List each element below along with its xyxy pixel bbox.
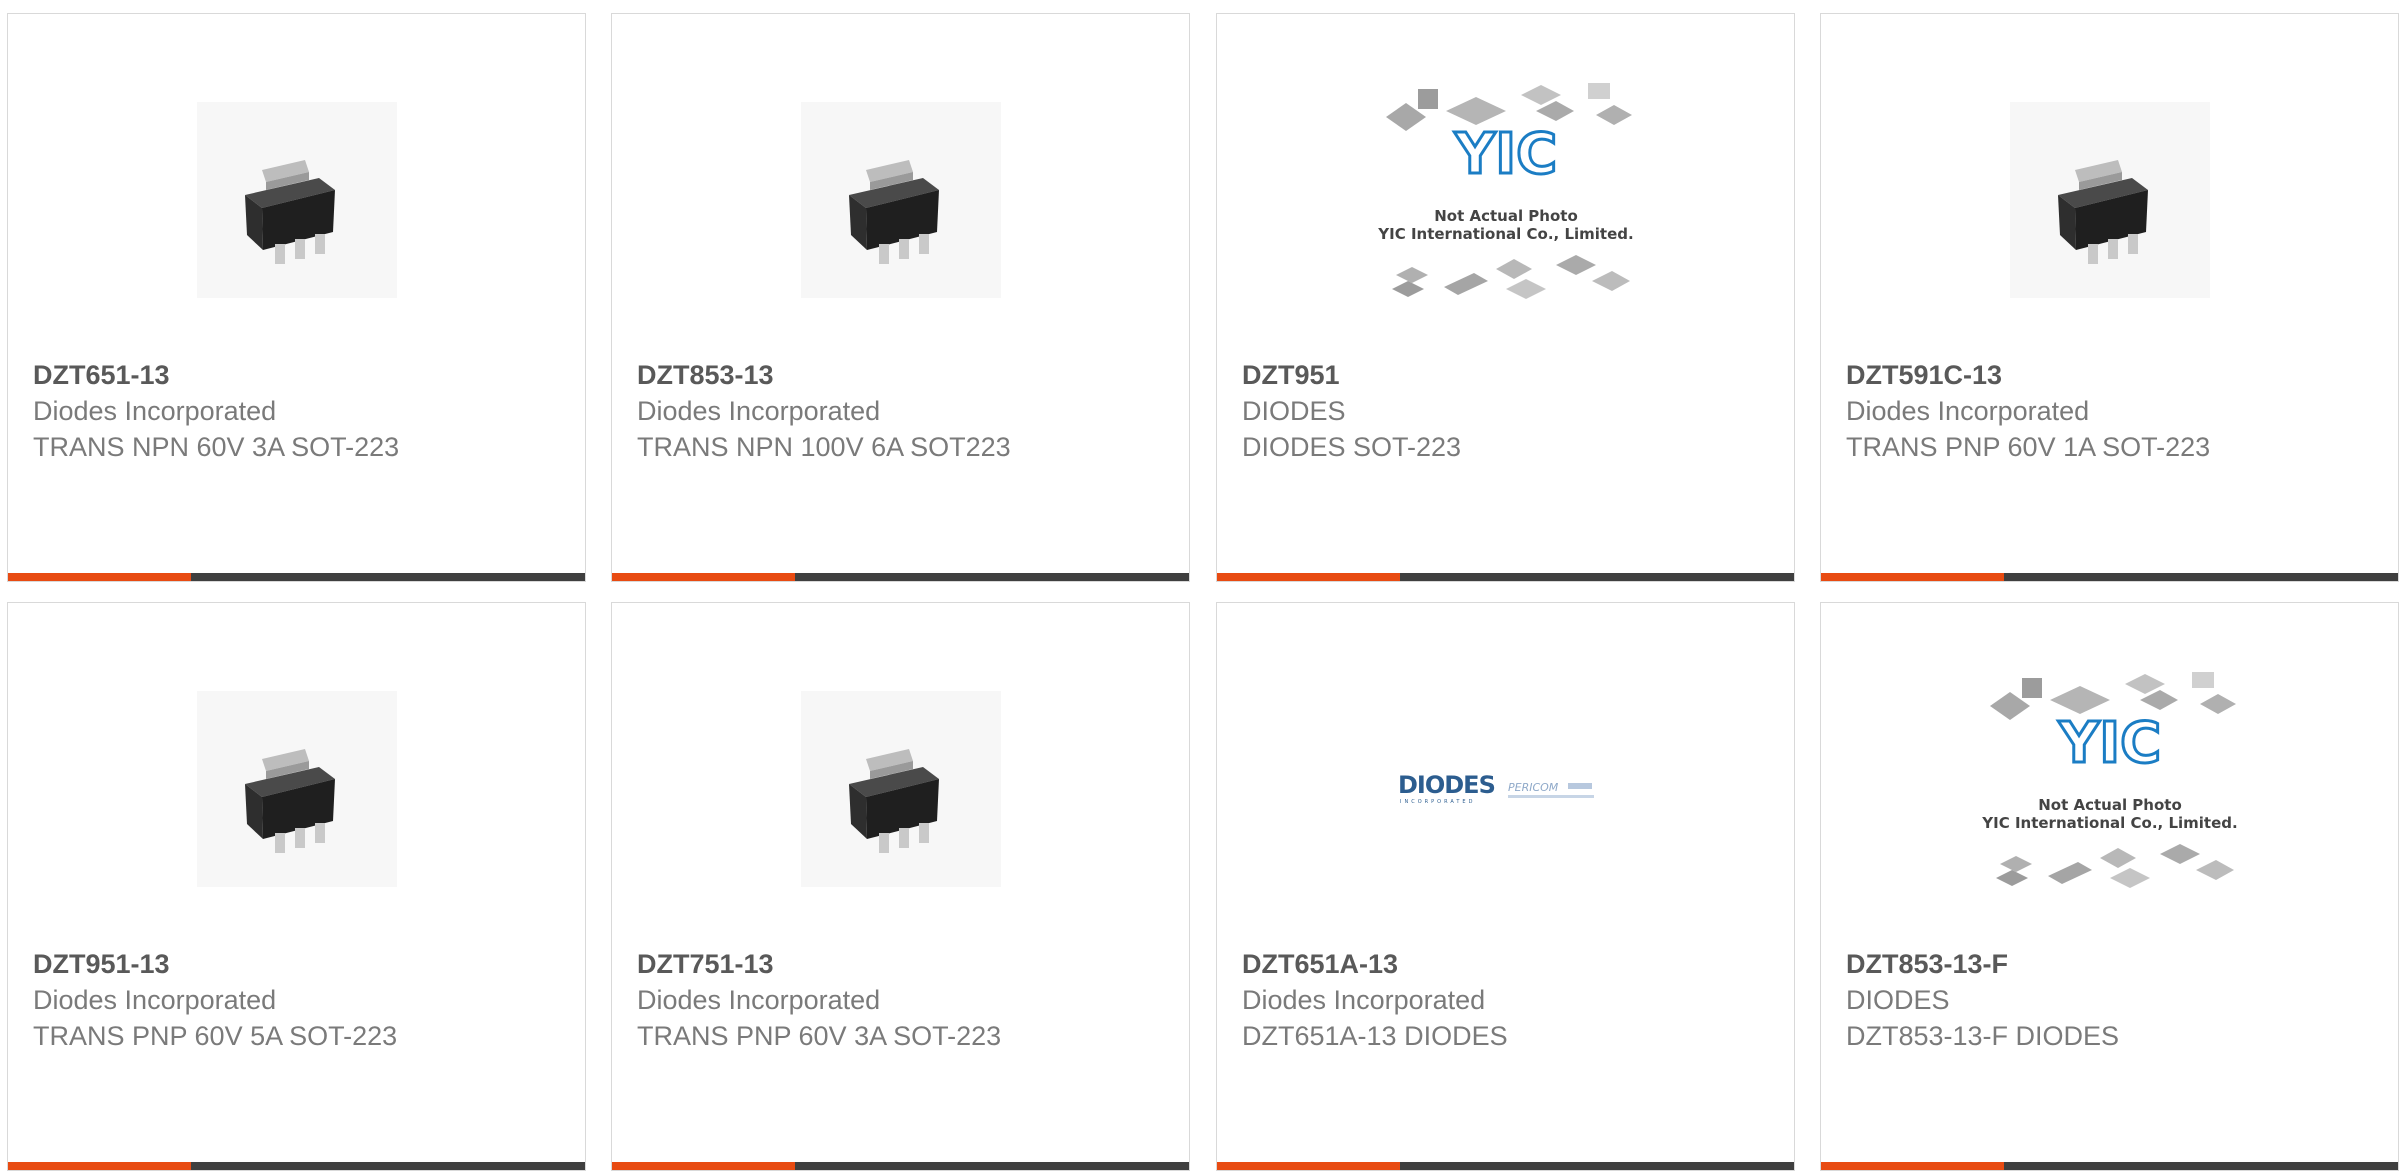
manufacturer: Diodes Incorporated [1846,396,2090,426]
card-bottom-bar [8,1162,585,1170]
card-bottom-bar [8,573,585,581]
part-number[interactable]: DZT853-13 [637,357,1169,393]
description: TRANS PNP 60V 1A SOT-223 [1846,432,2211,462]
description: TRANS PNP 60V 5A SOT-223 [33,1021,398,1051]
product-card[interactable]: DZT651-13 Diodes Incorporated TRANS NPN … [7,13,586,582]
svg-text:DIODES: DIODES [1398,771,1495,799]
manufacturer: Diodes Incorporated [637,985,881,1015]
placeholder-line1: Not Actual Photo [2038,796,2182,814]
description: TRANS NPN 60V 3A SOT-223 [33,432,400,462]
card-accent-bar [1217,573,1400,581]
manufacturer: DIODES [1846,985,1950,1015]
card-bottom-bar [1821,573,2398,581]
product-card[interactable]: DZT853-13 Diodes Incorporated TRANS NPN … [611,13,1190,582]
description: DZT853-13-F DIODES [1846,1021,2120,1051]
sot223-package-icon [244,749,335,853]
description: DZT651A-13 DIODES [1242,1021,1508,1051]
product-thumbnail[interactable] [8,659,585,919]
card-accent-bar [612,1162,795,1170]
card-accent-bar [8,1162,191,1170]
part-number[interactable]: DZT951 [1242,357,1774,393]
product-card[interactable]: DZT591C-13 Diodes Incorporated TRANS PNP… [1820,13,2399,582]
product-thumbnail[interactable] [612,70,1189,330]
description: DIODES SOT-223 [1242,432,1462,462]
manufacturer: Diodes Incorporated [1242,985,1486,1015]
sot223-package-icon [848,160,939,264]
description: TRANS PNP 60V 3A SOT-223 [637,1021,1002,1051]
placeholder-line2: YIC International Co., Limited. [1377,225,1633,243]
part-number[interactable]: DZT651A-13 [1242,946,1774,982]
description: TRANS NPN 100V 6A SOT223 [637,432,1011,462]
sot223-package-icon [848,749,939,853]
product-thumbnail[interactable] [1821,70,2398,330]
sot223-package-icon [244,160,335,264]
product-grid: DZT651-13 Diodes Incorporated TRANS NPN … [0,0,2400,1171]
sot223-package-icon [2057,160,2148,264]
product-thumbnail[interactable]: YIC Not Actual Photo YIC International C… [1821,659,2398,919]
part-number[interactable]: DZT951-13 [33,946,565,982]
part-number[interactable]: DZT853-13-F [1846,946,2378,982]
product-card[interactable]: DZT951-13 Diodes Incorporated TRANS PNP … [7,602,586,1171]
placeholder-photo-icon: YIC Not Actual Photo YIC International C… [1377,83,1633,299]
diodes-pericom-logo: DIODES INCORPORATED PERICOM [1398,771,1594,805]
card-bottom-bar [612,1162,1189,1170]
part-number[interactable]: DZT751-13 [637,946,1169,982]
svg-text:PERICOM: PERICOM [1508,781,1559,794]
card-bottom-bar [1217,573,1794,581]
svg-text:YIC: YIC [1453,122,1556,187]
manufacturer: DIODES [1242,396,1346,426]
product-card[interactable]: YIC Not Actual Photo YIC International C… [1216,13,1795,582]
placeholder-photo-icon: YIC Not Actual Photo YIC International C… [1981,672,2237,888]
product-card[interactable]: DIODES INCORPORATED PERICOM DZT651A-13 D… [1216,602,1795,1171]
card-accent-bar [612,573,795,581]
card-accent-bar [8,573,191,581]
card-bottom-bar [612,573,1189,581]
manufacturer: Diodes Incorporated [33,985,277,1015]
card-accent-bar [1821,573,2004,581]
card-accent-bar [1821,1162,2004,1170]
svg-text:YIC: YIC [2057,711,2160,776]
product-card[interactable]: DZT751-13 Diodes Incorporated TRANS PNP … [611,602,1190,1171]
manufacturer: Diodes Incorporated [33,396,277,426]
part-number[interactable]: DZT591C-13 [1846,357,2378,393]
placeholder-line2: YIC International Co., Limited. [1981,814,2237,832]
svg-text:INCORPORATED: INCORPORATED [1400,799,1475,805]
card-bottom-bar [1821,1162,2398,1170]
placeholder-line1: Not Actual Photo [1434,207,1578,225]
product-card[interactable]: YIC Not Actual Photo YIC International C… [1820,602,2399,1171]
product-thumbnail[interactable]: YIC Not Actual Photo YIC International C… [1217,70,1794,330]
manufacturer: Diodes Incorporated [637,396,881,426]
part-number[interactable]: DZT651-13 [33,357,565,393]
product-thumbnail[interactable] [8,70,585,330]
product-thumbnail[interactable] [612,659,1189,919]
product-thumbnail[interactable]: DIODES INCORPORATED PERICOM [1217,659,1794,919]
card-bottom-bar [1217,1162,1794,1170]
card-accent-bar [1217,1162,1400,1170]
